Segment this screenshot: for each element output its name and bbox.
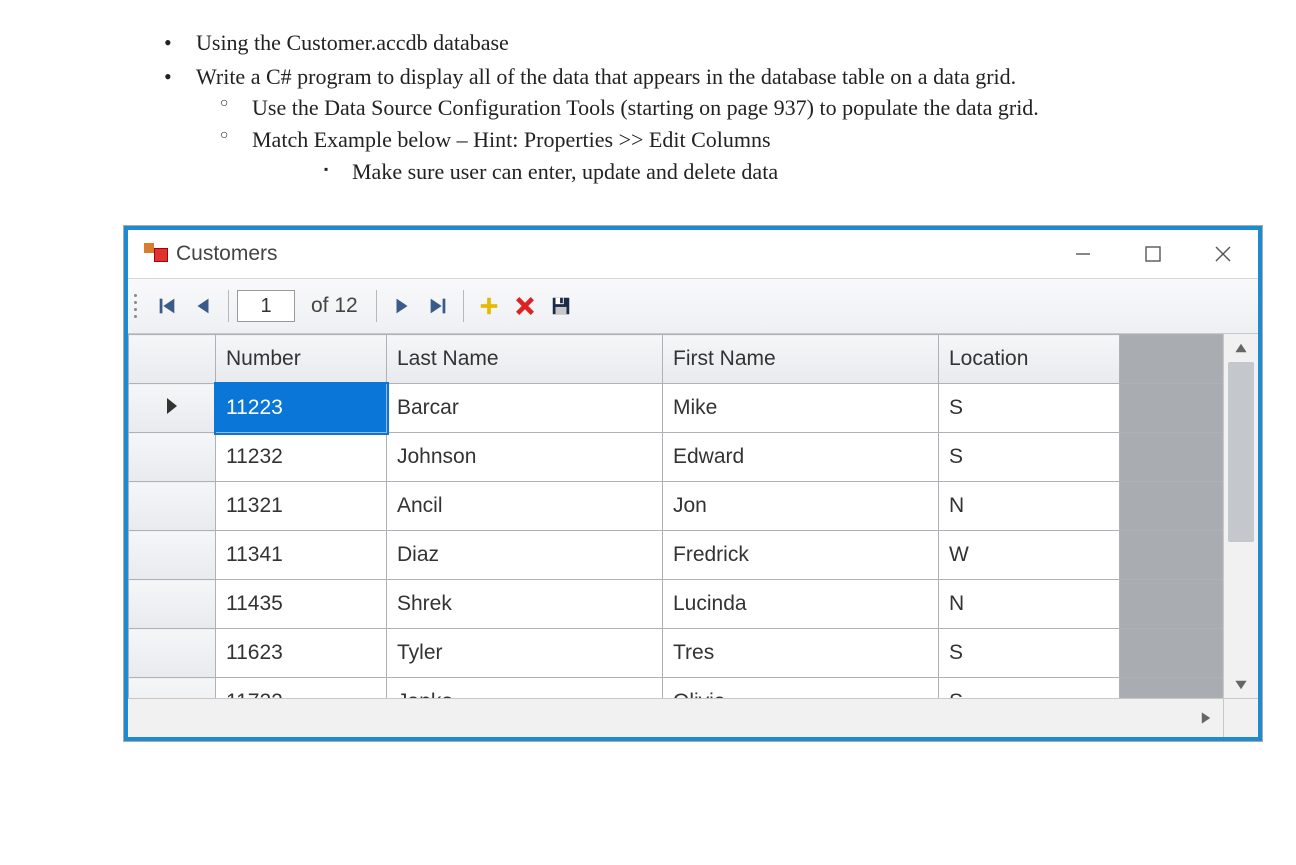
bullet-text: Make sure user can enter, update and del… — [352, 159, 778, 184]
toolbar-separator — [228, 290, 229, 322]
table-row[interactable]: 11435 Shrek Lucinda N — [129, 580, 1223, 629]
row-indicator[interactable] — [129, 629, 216, 678]
cell-location[interactable]: W — [939, 531, 1120, 580]
cell-location[interactable]: S — [939, 629, 1120, 678]
cell-location[interactable]: N — [939, 580, 1120, 629]
cell-location[interactable]: S — [939, 433, 1120, 482]
customers-window: Customers of 12 — [124, 226, 1262, 741]
bullet-text: Using the Customer.accdb database — [196, 30, 509, 55]
sub-bullet-item: Use the Data Source Configuration Tools … — [196, 93, 1236, 123]
row-header-corner[interactable] — [129, 335, 216, 384]
current-row-triangle-icon — [167, 398, 177, 414]
column-header-extra — [1120, 335, 1223, 384]
scroll-down-icon[interactable] — [1224, 671, 1258, 699]
cell-first-name[interactable]: Olivia — [663, 678, 939, 700]
window-title: Customers — [176, 242, 278, 266]
column-header-last-name[interactable]: Last Name — [387, 335, 663, 384]
cell-first-name[interactable]: Tres — [663, 629, 939, 678]
cell-last-name[interactable]: Janko — [387, 678, 663, 700]
cell-extra — [1120, 580, 1223, 629]
scrollbar-track[interactable] — [1224, 362, 1258, 671]
cell-last-name[interactable]: Johnson — [387, 433, 663, 482]
cell-extra — [1120, 678, 1223, 700]
vertical-scrollbar[interactable] — [1223, 334, 1258, 699]
column-header-row: Number Last Name First Name Location — [129, 335, 1223, 384]
table-row[interactable]: 11321 Ancil Jon N — [129, 482, 1223, 531]
cell-first-name[interactable]: Edward — [663, 433, 939, 482]
column-header-number[interactable]: Number — [216, 335, 387, 384]
cell-number[interactable]: 11435 — [216, 580, 387, 629]
toolbar-separator — [463, 290, 464, 322]
nav-first-button[interactable] — [150, 289, 184, 323]
instruction-list: Using the Customer.accdb database Write … — [140, 28, 1236, 186]
cell-first-name[interactable]: Fredrick — [663, 531, 939, 580]
toolbar-grip — [134, 292, 142, 320]
sub-sub-bullet-item: Make sure user can enter, update and del… — [252, 157, 1236, 187]
cell-extra — [1120, 384, 1223, 433]
bullet-item: Using the Customer.accdb database — [140, 28, 1236, 58]
column-header-first-name[interactable]: First Name — [663, 335, 939, 384]
app-icon — [144, 243, 166, 265]
nav-add-button[interactable] — [472, 289, 506, 323]
cell-number[interactable]: 11623 — [216, 629, 387, 678]
cell-last-name[interactable]: Diaz — [387, 531, 663, 580]
cell-first-name[interactable]: Mike — [663, 384, 939, 433]
window-titlebar: Customers — [128, 230, 1258, 279]
nav-count-label: of 12 — [311, 294, 358, 318]
bullet-text: Use the Data Source Configuration Tools … — [252, 95, 1039, 120]
cell-last-name[interactable]: Ancil — [387, 482, 663, 531]
bullet-item: Write a C# program to display all of the… — [140, 62, 1236, 187]
nav-prev-button[interactable] — [186, 289, 220, 323]
close-button[interactable] — [1188, 230, 1258, 278]
data-grid[interactable]: Number Last Name First Name Location 112… — [128, 334, 1258, 737]
column-header-location[interactable]: Location — [939, 335, 1120, 384]
table-row[interactable]: 11623 Tyler Tres S — [129, 629, 1223, 678]
cell-number[interactable]: 11223 — [216, 384, 387, 433]
nav-position-input[interactable] — [237, 290, 295, 322]
scroll-right-icon[interactable] — [1189, 699, 1223, 737]
bullet-text: Match Example below – Hint: Properties >… — [252, 127, 771, 152]
cell-last-name[interactable]: Barcar — [387, 384, 663, 433]
nav-last-button[interactable] — [421, 289, 455, 323]
scroll-up-icon[interactable] — [1224, 334, 1258, 362]
cell-extra — [1120, 433, 1223, 482]
scrollbar-corner — [1223, 698, 1258, 737]
horizontal-scrollbar[interactable] — [128, 698, 1223, 737]
nav-delete-button[interactable] — [508, 289, 542, 323]
maximize-button[interactable] — [1118, 230, 1188, 278]
table-row[interactable]: 11722 Janko Olivia S — [129, 678, 1223, 700]
bullet-text: Write a C# program to display all of the… — [196, 64, 1016, 89]
scrollbar-thumb[interactable] — [1228, 362, 1254, 542]
cell-last-name[interactable]: Tyler — [387, 629, 663, 678]
cell-location[interactable]: S — [939, 384, 1120, 433]
cell-number[interactable]: 11341 — [216, 531, 387, 580]
sub-bullet-item: Match Example below – Hint: Properties >… — [196, 125, 1236, 186]
cell-location[interactable]: S — [939, 678, 1120, 700]
table-row[interactable]: 11232 Johnson Edward S — [129, 433, 1223, 482]
nav-save-button[interactable] — [544, 289, 578, 323]
cell-first-name[interactable]: Lucinda — [663, 580, 939, 629]
binding-navigator: of 12 — [128, 279, 1258, 334]
cell-extra — [1120, 629, 1223, 678]
cell-number[interactable]: 11232 — [216, 433, 387, 482]
row-indicator[interactable] — [129, 384, 216, 433]
row-indicator[interactable] — [129, 531, 216, 580]
cell-extra — [1120, 531, 1223, 580]
row-indicator[interactable] — [129, 678, 216, 700]
cell-extra — [1120, 482, 1223, 531]
nav-next-button[interactable] — [385, 289, 419, 323]
table-row[interactable]: 11341 Diaz Fredrick W — [129, 531, 1223, 580]
cell-location[interactable]: N — [939, 482, 1120, 531]
cell-first-name[interactable]: Jon — [663, 482, 939, 531]
minimize-button[interactable] — [1048, 230, 1118, 278]
cell-number[interactable]: 11321 — [216, 482, 387, 531]
table-row[interactable]: 11223 Barcar Mike S — [129, 384, 1223, 433]
cell-last-name[interactable]: Shrek — [387, 580, 663, 629]
row-indicator[interactable] — [129, 482, 216, 531]
cell-number[interactable]: 11722 — [216, 678, 387, 700]
toolbar-separator — [376, 290, 377, 322]
row-indicator[interactable] — [129, 433, 216, 482]
row-indicator[interactable] — [129, 580, 216, 629]
